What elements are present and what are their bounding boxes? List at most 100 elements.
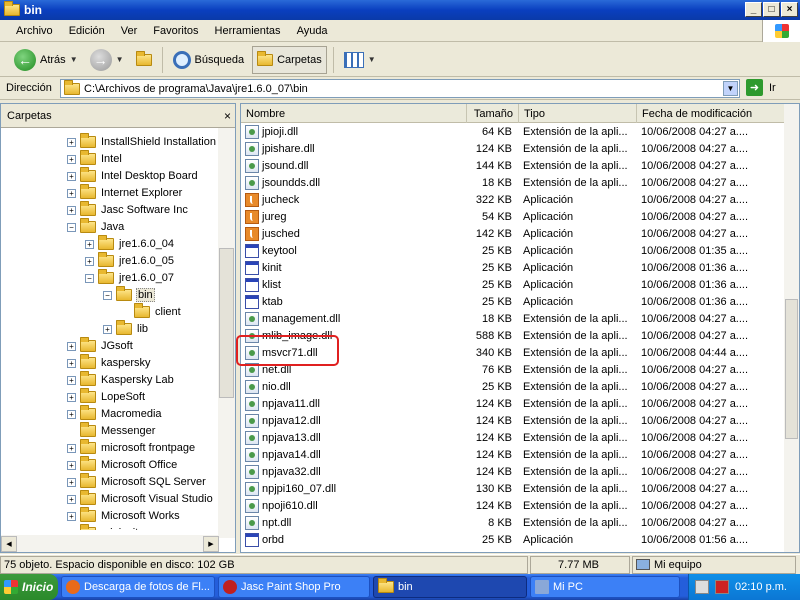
expand-icon[interactable]: + (67, 137, 76, 147)
file-row[interactable]: jucheck 322 KB Aplicación 10/06/2008 04:27 … (241, 191, 786, 208)
expand-icon[interactable]: + (67, 188, 76, 198)
address-dropdown-icon[interactable]: ▼ (723, 81, 738, 96)
expand-icon[interactable]: + (67, 511, 76, 521)
title-bar[interactable]: bin _ □ × (0, 0, 800, 20)
tree-item[interactable]: + Microsoft Works (67, 507, 181, 524)
menu-ayuda[interactable]: Ayuda (289, 25, 336, 37)
chevron-down-icon[interactable]: ▼ (116, 55, 124, 64)
menu-edicion[interactable]: Edición (61, 25, 113, 37)
file-row[interactable]: jureg 54 KB Aplicación 10/06/2008 04:27 a..… (241, 208, 786, 225)
expand-icon[interactable]: + (67, 409, 76, 419)
tree-item[interactable]: + Jasc Software Inc (67, 201, 189, 218)
expand-icon[interactable]: + (67, 171, 76, 181)
tree-item[interactable]: + Internet Explorer (67, 184, 183, 201)
task-mi-pc[interactable]: Mi PC (530, 576, 680, 598)
tree-item[interactable]: + jre1.6.0_04 (85, 235, 175, 252)
folders-button[interactable]: Carpetas (252, 45, 327, 74)
file-row[interactable]: npjava32.dll 124 KB Extensión de la apli..… (241, 463, 786, 480)
close-icon[interactable]: × (224, 109, 231, 123)
scroll-thumb[interactable] (219, 248, 234, 398)
file-row[interactable]: npoji610.dll 124 KB Extensión de la apli..… (241, 497, 786, 514)
column-size[interactable]: Tamaño (467, 104, 519, 123)
tree-item[interactable]: − Java (67, 218, 125, 235)
file-row[interactable]: klist 25 KB Aplicación 10/06/2008 01:36 a..… (241, 276, 786, 293)
file-row[interactable]: keytool 25 KB Aplicación 10/06/2008 01:35 a… (241, 242, 786, 259)
back-button[interactable]: ← Atrás ▼ (10, 46, 82, 74)
expand-icon[interactable]: + (67, 460, 76, 470)
file-row[interactable]: npjpi160_07.dll 130 KB Extensión de la apl… (241, 480, 786, 497)
expand-icon[interactable]: + (67, 154, 76, 164)
menu-herramientas[interactable]: Herramientas (207, 25, 289, 37)
file-list-vscrollbar[interactable] (784, 104, 799, 552)
clock[interactable]: 02:10 p.m. (735, 581, 787, 593)
menu-favoritos[interactable]: Favoritos (145, 25, 206, 37)
expand-icon[interactable]: + (103, 324, 112, 334)
menu-archivo[interactable]: Archivo (8, 25, 61, 37)
file-row[interactable]: kinit 25 KB Aplicación 10/06/2008 01:36 a..… (241, 259, 786, 276)
maximize-button[interactable]: □ (763, 2, 780, 17)
tree-item[interactable]: client (121, 303, 182, 320)
security-shield-icon[interactable] (715, 580, 729, 594)
expand-icon[interactable]: + (67, 341, 76, 351)
scroll-right-icon[interactable]: ▶ (203, 535, 219, 552)
file-row[interactable]: jsoundds.dll 18 KB Extensión de la apli...… (241, 174, 786, 191)
tree-item[interactable]: Messenger (67, 422, 156, 439)
file-row[interactable]: nio.dll 25 KB Extensión de la apli... 10/06… (241, 378, 786, 395)
tree-item[interactable]: + jre1.6.0_05 (85, 252, 175, 269)
expand-icon[interactable]: + (85, 256, 94, 266)
scroll-thumb[interactable] (785, 299, 798, 439)
file-row[interactable]: npjava13.dll 124 KB Extensión de la apli..… (241, 429, 786, 446)
expand-icon[interactable]: + (67, 358, 76, 368)
task-bin[interactable]: bin (373, 576, 527, 598)
file-row[interactable]: npjava12.dll 124 KB Extensión de la apli..… (241, 412, 786, 429)
collapse-icon[interactable]: − (67, 222, 76, 232)
file-row[interactable]: orbd 25 KB Aplicación 10/06/2008 01:56 a...… (241, 531, 786, 548)
tree-item[interactable]: + LopeSoft (67, 388, 146, 405)
tree-item[interactable]: + lib (103, 320, 149, 337)
address-input[interactable]: C:\Archivos de programa\Java\jre1.6.0_07… (60, 79, 740, 98)
expand-icon[interactable]: + (67, 375, 76, 385)
tree-item[interactable]: + JGsoft (67, 337, 134, 354)
file-row[interactable]: ktab 25 KB Aplicación 10/06/2008 01:36 a...… (241, 293, 786, 310)
expand-icon[interactable]: + (67, 494, 76, 504)
file-row[interactable]: npt.dll 8 KB Extensión de la apli... 10/06/… (241, 514, 786, 531)
expand-icon[interactable]: + (67, 443, 76, 453)
folder-tree-vscrollbar[interactable] (218, 128, 235, 538)
minimize-button[interactable]: _ (745, 2, 762, 17)
kaspersky-icon[interactable] (695, 580, 709, 594)
collapse-icon[interactable]: − (85, 273, 94, 283)
task-paint-shop-pro[interactable]: Jasc Paint Shop Pro (218, 576, 370, 598)
menu-ver[interactable]: Ver (113, 25, 146, 37)
scroll-left-icon[interactable]: ◀ (1, 535, 17, 552)
column-modified[interactable]: Fecha de modificación (637, 104, 786, 123)
chevron-down-icon[interactable]: ▼ (70, 55, 78, 64)
file-row[interactable]: management.dll 18 KB Extensión de la apli.… (241, 310, 786, 327)
task-firefox[interactable]: Descarga de fotos de Fl... (61, 576, 215, 598)
tree-item[interactable]: + Microsoft Visual Studio (67, 490, 214, 507)
views-button[interactable]: ▼ (340, 46, 380, 74)
tree-item[interactable]: miniwrite (67, 524, 145, 530)
up-folder-button[interactable] (132, 46, 156, 74)
expand-icon[interactable]: + (67, 205, 76, 215)
expand-icon[interactable]: + (85, 239, 94, 249)
search-button[interactable]: Búsqueda (169, 46, 249, 74)
close-button[interactable]: × (781, 2, 798, 17)
expand-icon[interactable]: + (67, 477, 76, 487)
tree-item[interactable]: + Microsoft SQL Server (67, 473, 207, 490)
collapse-icon[interactable]: − (103, 290, 112, 300)
file-row[interactable]: jpioji.dll 64 KB Extensión de la apli... 10… (241, 123, 786, 140)
tree-item[interactable]: + Intel Desktop Board (67, 167, 199, 184)
go-button[interactable]: ➜ Ir (746, 79, 776, 96)
tree-item[interactable]: − bin (103, 286, 155, 303)
start-button[interactable]: Inicio (0, 574, 58, 600)
file-row[interactable]: jusched 142 KB Aplicación 10/06/2008 04:27 … (241, 225, 786, 242)
expand-icon[interactable]: + (67, 392, 76, 402)
column-type[interactable]: Tipo (519, 104, 637, 123)
tree-item[interactable]: + Macromedia (67, 405, 163, 422)
file-row[interactable]: npjava14.dll 124 KB Extensión de la apli..… (241, 446, 786, 463)
tree-item[interactable]: + kaspersky (67, 354, 152, 371)
file-row[interactable]: npjava11.dll 124 KB Extensión de la apli..… (241, 395, 786, 412)
column-name[interactable]: Nombre (241, 104, 467, 123)
tree-item[interactable]: + InstallShield Installation I (67, 133, 219, 150)
tree-item[interactable]: + Kaspersky Lab (67, 371, 175, 388)
